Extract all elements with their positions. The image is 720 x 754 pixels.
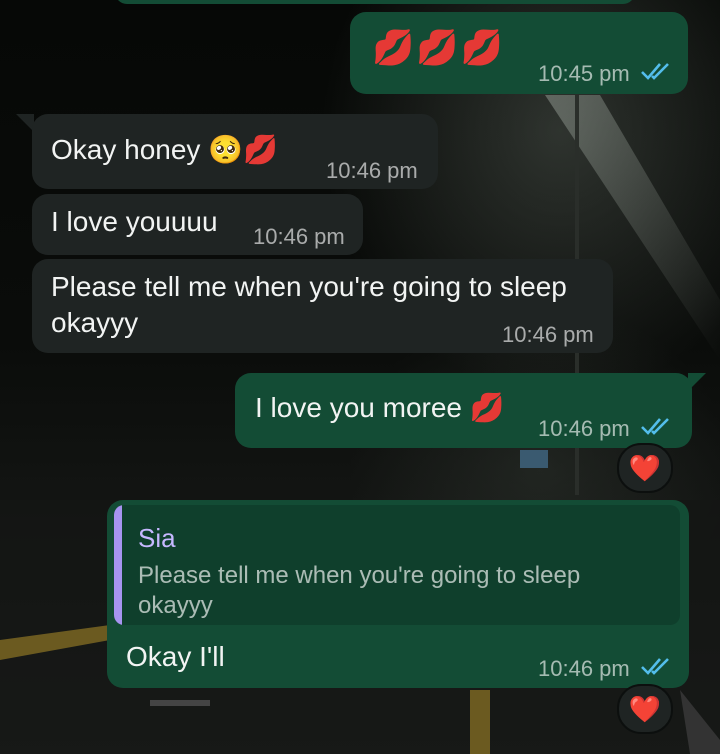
message-time: 10:46 pm [538,416,630,441]
message-bubble-incoming[interactable]: Please tell me when you're going to slee… [32,259,613,353]
message-bubble-incoming[interactable]: Okay honey 🥺💋 10:46 pm [32,114,438,189]
message-text: I love youuuu [51,206,218,237]
reaction-badge[interactable]: ❤️ [617,443,673,493]
message-text-line: Please tell me when you're going to slee… [51,271,567,302]
message-time: 10:46 pm [538,656,630,681]
quote-text: Please tell me when you're going to slee… [138,562,581,619]
double-check-icon [641,658,669,675]
message-text: Okay I'll [126,641,225,672]
quote-sender-name: Sia [138,523,176,553]
double-check-icon [641,418,669,435]
heart-icon: ❤️ [628,693,662,724]
heart-icon: ❤️ [628,452,662,483]
message-bubble-outgoing[interactable]: 💋💋💋 10:45 pm [350,12,688,94]
quote-accent-bar [114,505,122,625]
message-bubble-partial[interactable] [115,0,635,4]
message-text: I love you moree 💋 [255,392,505,423]
quoted-message[interactable]: Sia Please tell me when you're going to … [114,505,680,625]
message-text: Okay honey 🥺💋 [51,134,278,165]
reaction-badge[interactable]: ❤️ [617,684,673,734]
message-bubble-outgoing[interactable]: I love you moree 💋 10:46 pm [235,373,692,448]
message-time: 10:46 pm [253,224,345,249]
message-time: 10:46 pm [502,322,594,347]
double-check-icon [641,63,669,80]
message-time: 10:46 pm [326,158,418,183]
message-text: 💋💋💋 [372,29,506,67]
message-time: 10:45 pm [538,61,630,86]
message-text-line: okayyy [51,307,139,338]
message-bubble-incoming[interactable]: I love youuuu 10:46 pm [32,194,363,255]
